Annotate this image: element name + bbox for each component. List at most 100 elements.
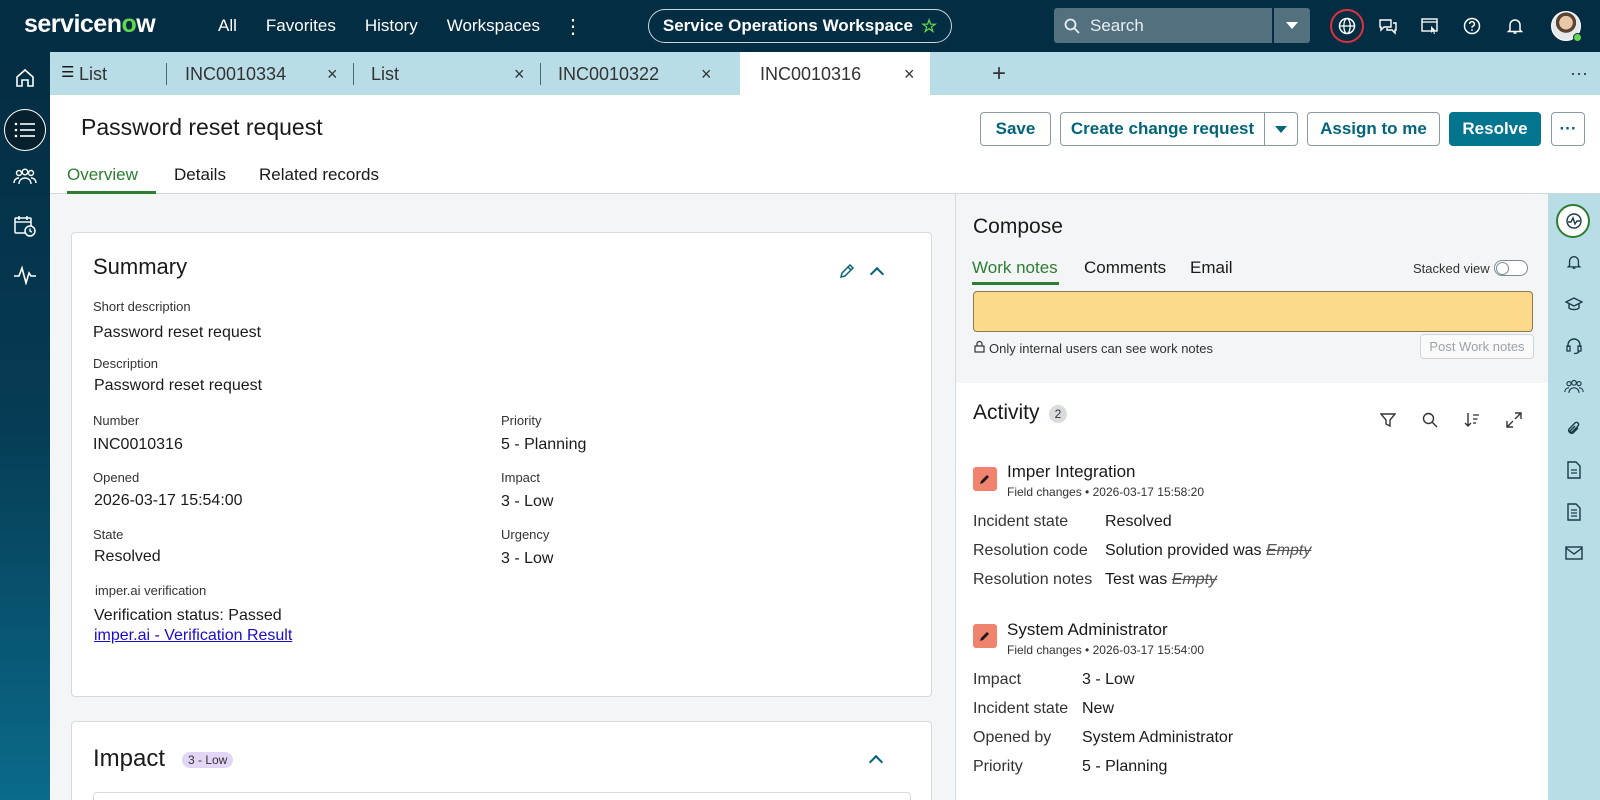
attachment-icon[interactable] xyxy=(1562,417,1586,441)
servicenow-logo[interactable]: servicenow xyxy=(24,10,156,39)
screen-icon[interactable] xyxy=(1415,11,1445,41)
create-change-dropdown[interactable] xyxy=(1264,112,1298,146)
search-icon[interactable] xyxy=(1422,412,1438,428)
chevron-down-icon xyxy=(1286,22,1298,29)
chat-icon[interactable] xyxy=(1373,11,1403,41)
tab-email[interactable]: Email xyxy=(1190,258,1233,278)
summary-card: Summary Short description Password reset… xyxy=(71,232,932,697)
headset-icon[interactable] xyxy=(1562,334,1586,358)
collapse-chevron-icon[interactable] xyxy=(869,266,885,282)
field-value: Test was xyxy=(1105,571,1168,588)
compose-title: Compose xyxy=(973,215,1063,238)
star-icon[interactable]: ☆ xyxy=(921,16,937,37)
assign-to-me-button[interactable]: Assign to me xyxy=(1307,112,1440,146)
resolve-button[interactable]: Resolve xyxy=(1449,112,1541,146)
search-placeholder: Search xyxy=(1090,15,1144,35)
tab-inc0010322[interactable]: INC0010322 × xyxy=(541,52,727,95)
number-value: INC0010316 xyxy=(93,436,183,453)
tab-overview[interactable]: Overview xyxy=(67,165,138,185)
nav-all[interactable]: All xyxy=(218,16,237,36)
more-actions-button[interactable]: ··· xyxy=(1551,112,1585,146)
nav-workspaces[interactable]: Workspaces xyxy=(447,16,540,36)
mail-icon[interactable] xyxy=(1562,541,1586,565)
state-value: Resolved xyxy=(94,548,161,565)
tab-comments[interactable]: Comments xyxy=(1084,258,1166,278)
pencil-icon[interactable] xyxy=(838,262,856,280)
tab-details[interactable]: Details xyxy=(174,165,226,185)
calendar-clock-icon[interactable] xyxy=(0,206,50,246)
work-notes-textarea[interactable] xyxy=(973,291,1533,332)
verification-status: Verification status: Passed xyxy=(94,607,282,624)
collapse-chevron-icon[interactable] xyxy=(868,754,884,770)
document-icon[interactable] xyxy=(1562,458,1586,482)
page-title: Password reset request xyxy=(81,114,323,140)
tab-related-records[interactable]: Related records xyxy=(259,165,379,185)
lock-icon xyxy=(974,340,985,353)
impact-label: Impact xyxy=(501,470,541,485)
bell-icon[interactable] xyxy=(1500,11,1530,41)
record-subtabs: Overview Details Related records xyxy=(50,155,1600,194)
tab-inc0010334[interactable]: INC0010334 × xyxy=(167,52,353,95)
description-label: Description xyxy=(93,356,159,371)
activity-meta: Field changes • 2026-03-17 15:58:20 xyxy=(1007,485,1205,499)
stacked-view-toggle[interactable] xyxy=(1494,260,1528,276)
tab-label: List xyxy=(371,64,400,84)
impact-value: 3 - Low xyxy=(501,493,554,510)
chevron-down-icon xyxy=(1275,125,1287,133)
workspace-switcher[interactable]: Service Operations Workspace ☆ xyxy=(648,9,952,43)
post-work-notes-button[interactable]: Post Work notes xyxy=(1420,334,1534,359)
tab-overflow-icon[interactable]: ··· xyxy=(1570,63,1588,84)
nav-history[interactable]: History xyxy=(365,16,418,36)
field-value: 5 - Planning xyxy=(1082,758,1168,775)
short-description-value: Password reset request xyxy=(93,324,262,341)
tab-label: List xyxy=(79,64,108,84)
groups-icon[interactable] xyxy=(1562,375,1586,399)
nav-favorites[interactable]: Favorites xyxy=(266,16,336,36)
graduation-cap-icon[interactable] xyxy=(1562,292,1586,316)
search-scope-dropdown[interactable] xyxy=(1274,8,1310,43)
activity-author: Imper Integration xyxy=(1007,462,1136,481)
field-value: Resolved xyxy=(1105,513,1172,530)
more-nav-icon[interactable]: ⋮ xyxy=(563,14,583,39)
tab-inc0010316[interactable]: INC0010316 × xyxy=(740,52,930,95)
add-tab-icon[interactable]: + xyxy=(992,60,1006,88)
pulse-icon[interactable] xyxy=(1562,209,1586,233)
field-old-value: Empty xyxy=(1266,542,1312,559)
tab-work-notes[interactable]: Work notes xyxy=(972,258,1058,278)
bell-icon[interactable] xyxy=(1562,250,1586,274)
globe-icon[interactable] xyxy=(1330,9,1364,43)
search-input[interactable]: Search xyxy=(1054,8,1272,43)
tab-label: INC0010334 xyxy=(185,64,287,84)
list-icon[interactable] xyxy=(0,110,50,150)
activity-meta: Field changes • 2026-03-17 15:54:00 xyxy=(1007,643,1205,657)
pulse-icon[interactable] xyxy=(0,255,50,295)
filter-icon[interactable] xyxy=(1380,412,1396,428)
expand-icon[interactable] xyxy=(1506,412,1522,428)
groups-icon[interactable] xyxy=(0,157,50,197)
tab-list-1[interactable]: ☰ List xyxy=(50,52,166,95)
tab-list-2[interactable]: List × xyxy=(354,52,540,95)
field-value: Solution provided was xyxy=(1105,542,1262,559)
verification-result-link[interactable]: imper.ai - Verification Result xyxy=(94,627,292,645)
activity-title: Activity xyxy=(973,401,1040,424)
field-value: 3 - Low xyxy=(1082,671,1135,688)
close-icon[interactable]: × xyxy=(701,64,712,85)
close-icon[interactable]: × xyxy=(904,64,915,85)
create-change-request-button[interactable]: Create change request xyxy=(1060,112,1265,146)
stacked-view-label: Stacked view xyxy=(1413,261,1490,276)
help-icon[interactable] xyxy=(1457,11,1487,41)
save-button[interactable]: Save xyxy=(980,112,1051,146)
opened-value: 2026-03-17 15:54:00 xyxy=(94,492,243,509)
record-main-panel: Summary Short description Password reset… xyxy=(50,194,955,800)
number-label: Number xyxy=(93,413,140,428)
field-key: Impact xyxy=(973,671,1022,688)
home-icon[interactable] xyxy=(0,58,50,98)
article-icon[interactable] xyxy=(1562,500,1586,524)
close-icon[interactable]: × xyxy=(514,64,525,85)
field-old-value: Empty xyxy=(1171,571,1218,588)
active-tab-indicator xyxy=(972,282,1059,285)
compose-activity-panel: Compose Work notes Comments Email Stacke… xyxy=(955,194,1549,800)
sort-icon[interactable] xyxy=(1464,412,1480,428)
close-icon[interactable]: × xyxy=(327,64,338,85)
impact-content xyxy=(93,792,911,800)
